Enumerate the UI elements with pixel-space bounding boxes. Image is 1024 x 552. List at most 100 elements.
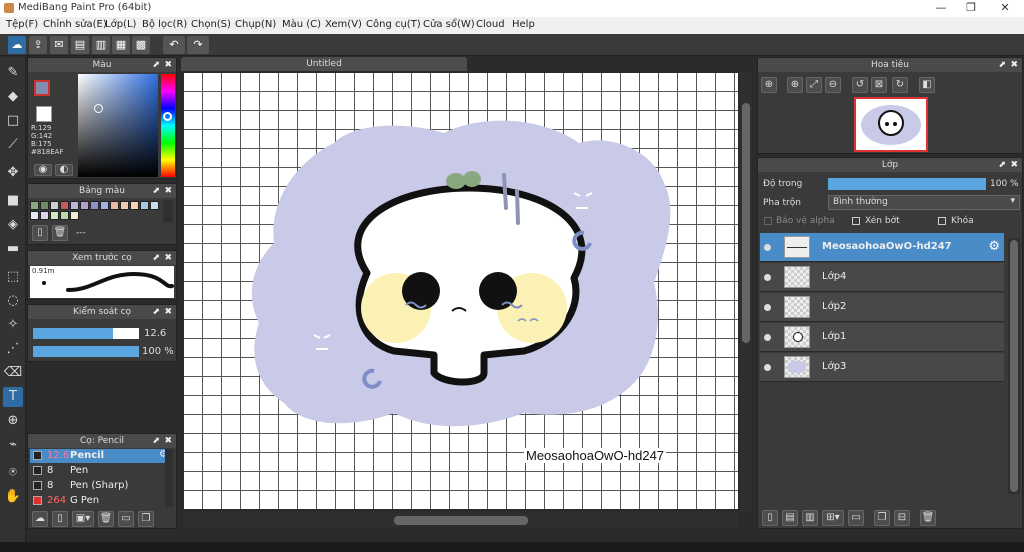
brush-item-pencil[interactable]: 12.6 Pencil ⚙ [30,449,172,463]
visibility-icon[interactable] [764,334,771,341]
maximize-button[interactable]: ❐ [955,0,987,17]
secondary-color-swatch[interactable] [36,106,52,122]
layer-row-lop4[interactable]: Lớp4 [760,263,1004,292]
palette-swatch[interactable] [50,211,59,220]
zoom-in-icon[interactable]: ⊕ [761,77,777,93]
menu-file[interactable]: Tệp(F) [6,19,38,30]
tiles-icon[interactable]: ▩ [132,36,150,54]
horizontal-scroll-thumb[interactable] [394,516,528,525]
palette-swatch[interactable] [80,201,89,210]
minimize-button[interactable]: — [925,0,957,17]
rectangle-icon[interactable]: □ [3,111,23,131]
zoom-out-icon[interactable]: ⊖ [825,77,841,93]
bucket-icon[interactable]: ◈ [3,215,23,235]
close-icon[interactable]: ✖ [164,251,172,265]
gear-icon[interactable]: ⚙ [988,239,1000,254]
undock-icon[interactable]: ⬈ [998,58,1006,72]
delete-palette-icon[interactable]: 🗑 [52,225,68,241]
palette-swatch[interactable] [150,201,159,210]
eraser-icon[interactable]: ◆ [3,87,23,107]
move-icon[interactable]: ✥ [3,163,23,183]
undock-icon[interactable]: ⬈ [998,158,1006,172]
new-8bit-layer-icon[interactable]: ▥ [802,510,818,526]
select-rect-icon[interactable]: ⬚ [3,267,23,287]
layer-row-lop2[interactable]: Lớp2 [760,293,1004,322]
menu-cloud[interactable]: Cloud [476,19,505,30]
hue-slider-handle[interactable] [163,112,172,121]
palette-swatch[interactable] [30,201,39,210]
palette-swatch[interactable] [120,201,129,210]
rotate-left-icon[interactable]: ↺ [852,77,868,93]
delete-layer-icon[interactable]: 🗑 [920,510,936,526]
brush-list-scrollbar[interactable] [165,449,173,507]
menu-edit[interactable]: Chỉnh sửa(E) [43,19,107,30]
palette-swatch[interactable] [130,201,139,210]
new-halftone-layer-icon[interactable]: ▤ [782,510,798,526]
close-icon[interactable]: ✖ [1010,58,1018,72]
new-brush-icon[interactable]: ▯ [52,511,68,527]
palette-swatch[interactable] [30,211,39,220]
brush-menu-icon[interactable]: ▣▾ [72,511,94,527]
lock-checkbox[interactable] [938,217,946,225]
operation-icon[interactable]: ⊕ [3,411,23,431]
blend-mode-select[interactable]: Bình thường ▾ [828,195,1020,210]
visibility-icon[interactable] [764,274,771,281]
saturation-value-square[interactable] [78,74,158,177]
palette-swatch[interactable] [50,201,59,210]
menu-view[interactable]: Xem(V) [325,19,362,30]
visibility-icon[interactable] [764,304,771,311]
protect-alpha-checkbox[interactable] [764,217,772,225]
palette-swatch[interactable] [100,201,109,210]
menu-color[interactable]: Màu (C) [282,19,321,30]
layer-row-signature[interactable]: MeosaohoaOwO-hd247 ⚙ [760,233,1004,262]
text-icon[interactable]: T [3,387,23,407]
select-pen-icon[interactable]: ⋰ [3,339,23,359]
brush-item-pen[interactable]: 8 Pen [30,464,172,478]
brush-opacity-slider[interactable] [33,346,139,357]
hand-icon[interactable]: ✋ [3,487,23,507]
visibility-icon[interactable] [764,244,771,251]
share-icon[interactable]: ⇪ [29,36,47,54]
undo-icon[interactable]: ↶ [163,36,185,54]
cloud-icon[interactable]: ☁ [8,36,26,54]
redo-icon[interactable]: ↷ [187,36,209,54]
undock-icon[interactable]: ⬈ [152,184,160,198]
drawing-canvas[interactable]: MeosaohoaOwO-hd247 [184,73,738,509]
palette-swatch[interactable] [70,211,79,220]
flip-icon[interactable]: ◧ [919,77,935,93]
lasso-icon[interactable]: ◌ [3,291,23,311]
color-swap-icon[interactable]: ◐ [55,164,73,176]
close-icon[interactable]: ✖ [164,434,172,448]
hue-slider[interactable] [161,74,175,177]
brush-size-slider[interactable] [33,328,139,339]
cloud-brush-icon[interactable]: ☁ [32,511,48,527]
palette-swatch[interactable] [90,201,99,210]
dropper-icon[interactable]: ⍟ [3,463,23,483]
clipping-checkbox[interactable] [852,217,860,225]
layer-scroll-thumb[interactable] [1010,240,1018,492]
folder-icon[interactable]: ▭ [118,511,134,527]
palette-scrollbar[interactable] [163,200,173,222]
brush-item-g-pen[interactable]: 264 G Pen [30,494,172,508]
palette-swatch[interactable] [60,211,69,220]
grid-settings-icon[interactable]: ▦ [112,36,130,54]
palette-swatch[interactable] [140,201,149,210]
zoom-in-icon[interactable]: ⊕ [787,77,803,93]
menu-tools[interactable]: Công cụ(T) [366,19,421,30]
fill-shape-icon[interactable]: ■ [3,191,23,211]
palette-swatch[interactable] [40,211,49,220]
chat-icon[interactable]: ▤ [71,36,89,54]
fit-icon[interactable]: ⤢ [806,77,822,93]
palette-swatch[interactable] [40,201,49,210]
undock-icon[interactable]: ⬈ [152,251,160,265]
eyedropper-icon[interactable]: ⌁ [3,435,23,455]
close-icon[interactable]: ✖ [164,305,172,319]
layer-row-lop3[interactable]: Lớp3 [760,353,1004,382]
magic-wand-icon[interactable]: ✧ [3,315,23,335]
merge-layer-icon[interactable]: ⊟ [894,510,910,526]
rotate-right-icon[interactable]: ↻ [892,77,908,93]
close-icon[interactable]: ✖ [164,184,172,198]
menu-window[interactable]: Cửa sổ(W) [423,19,475,30]
color-picker-cursor[interactable] [94,104,103,113]
navigator-thumbnail[interactable] [854,97,928,152]
